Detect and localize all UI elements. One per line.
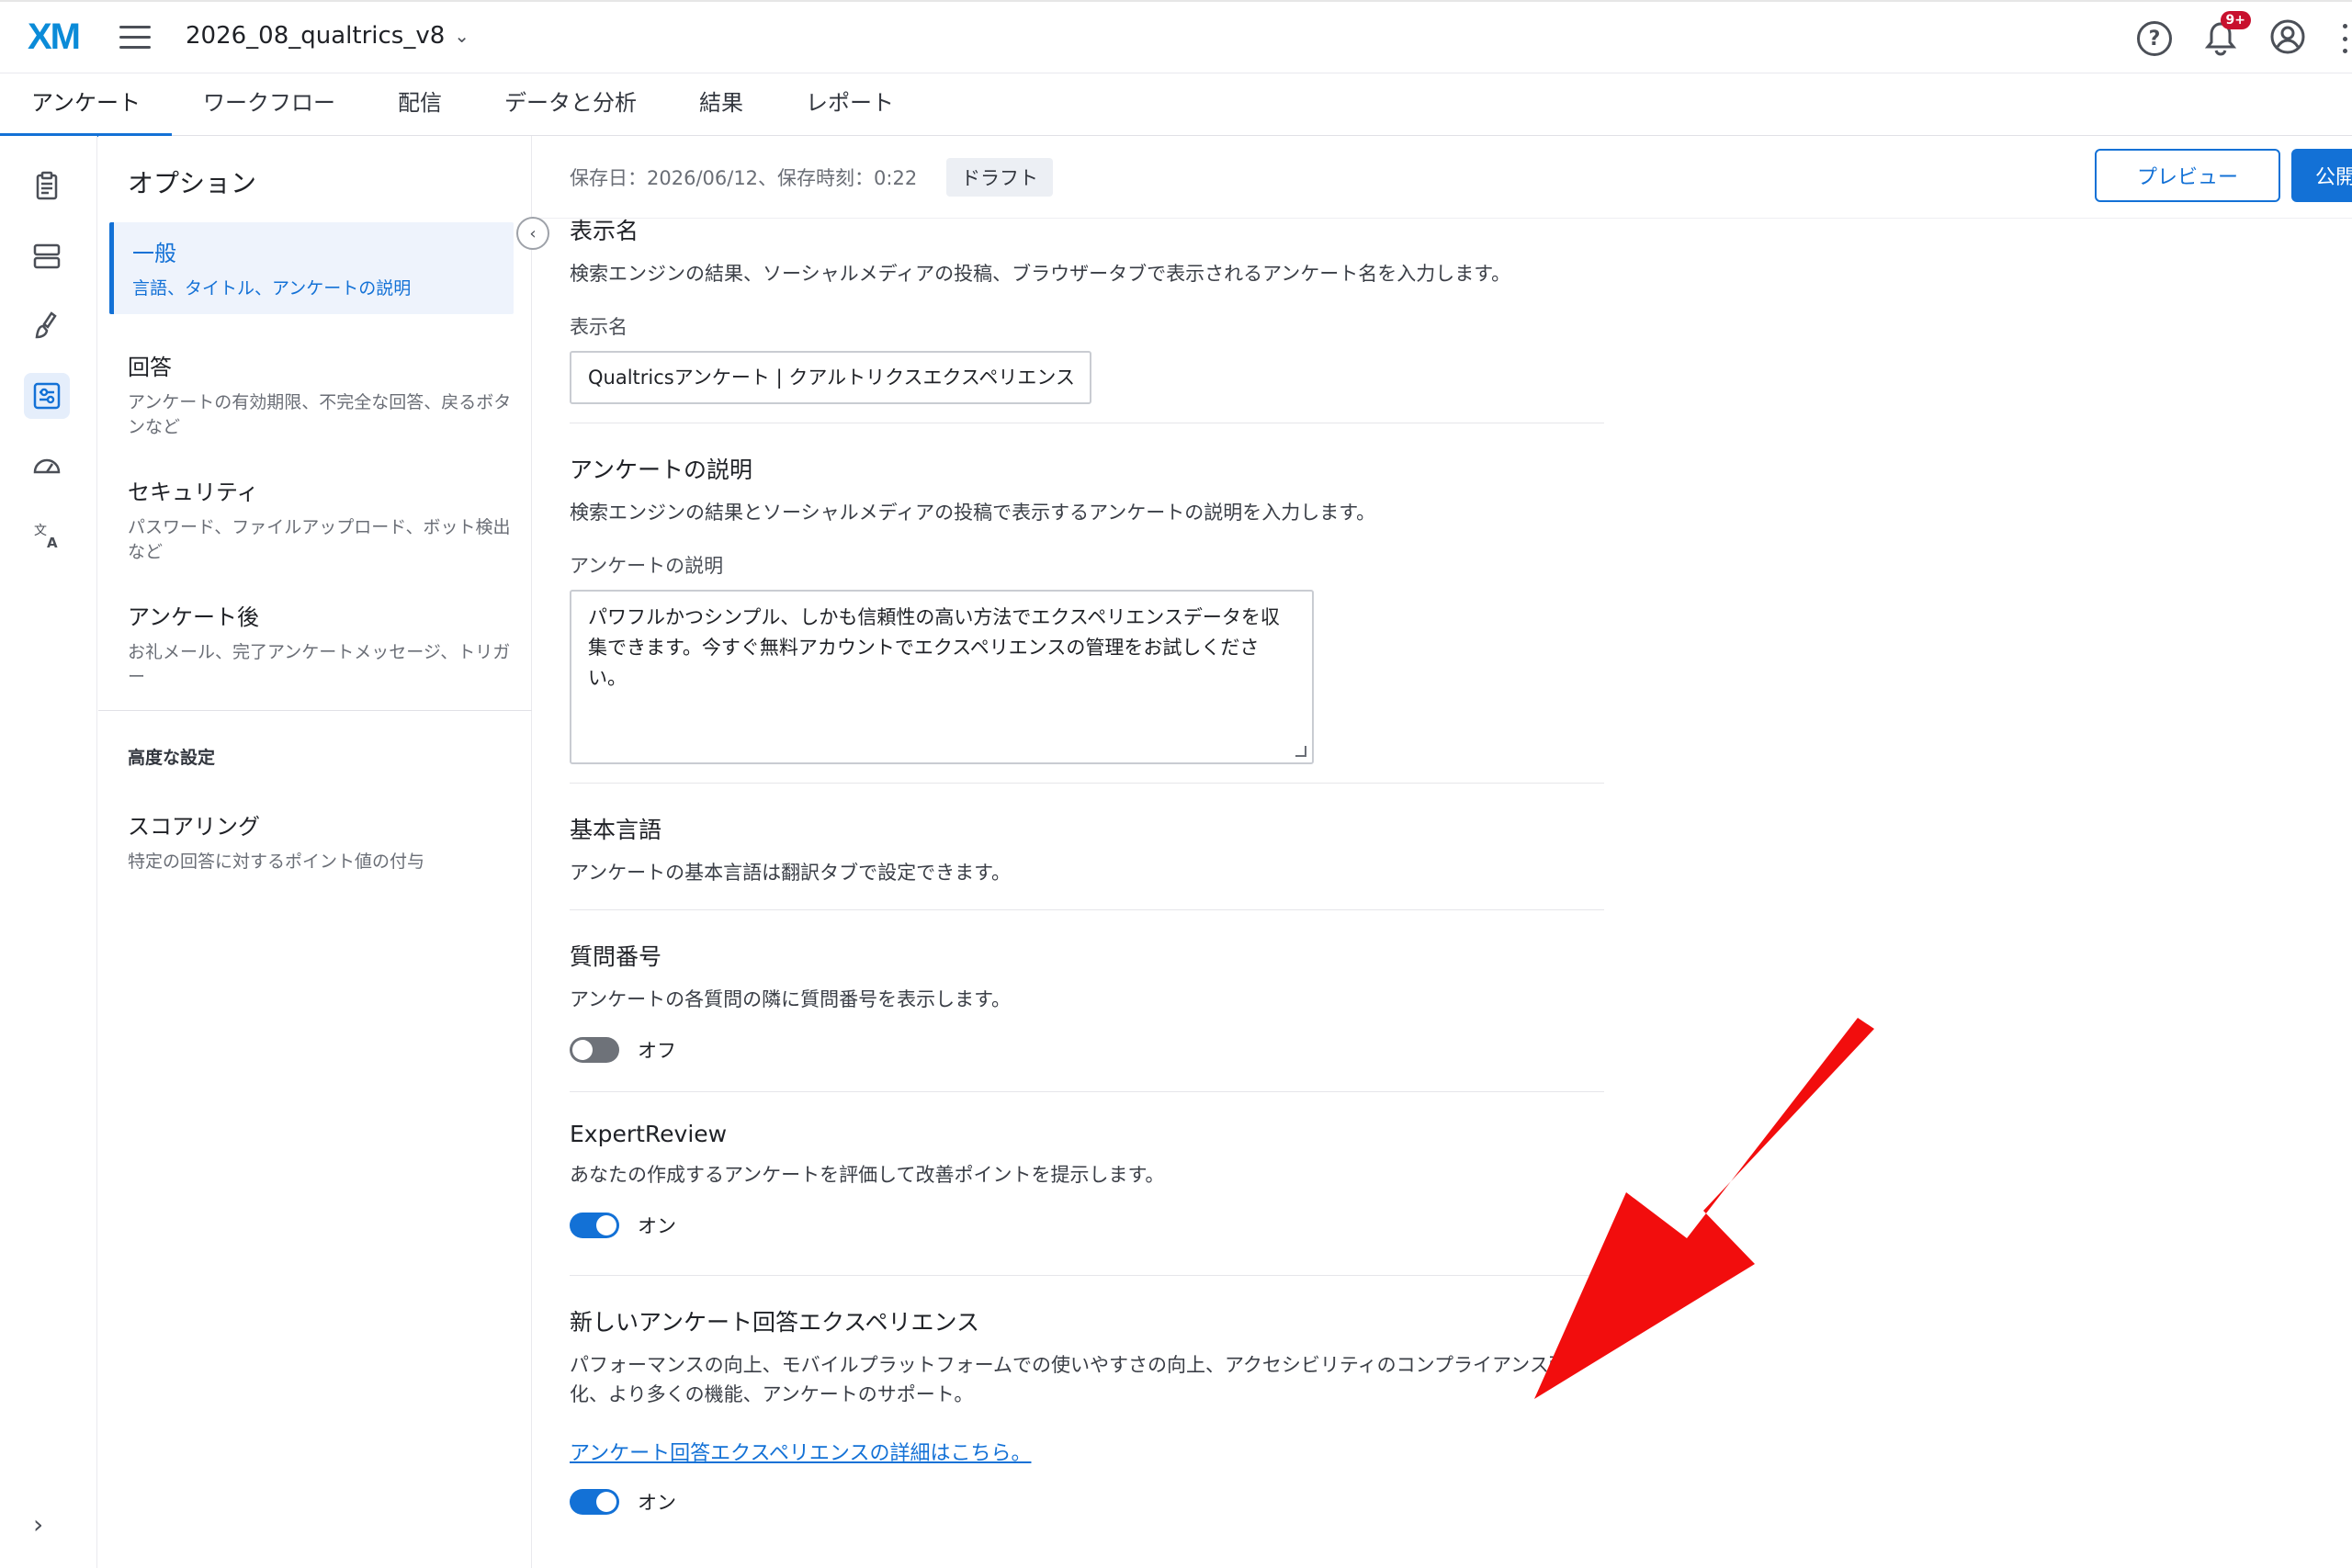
options-item-title: 回答 — [128, 355, 172, 380]
display-name-section: 表示名 検索エンジンの結果、ソーシャルメディアの投稿、ブラウザータブで表示される… — [570, 213, 1604, 404]
notification-bell-icon[interactable]: 9+ — [2203, 11, 2251, 57]
save-timestamp: 保存日：2026/06/12、保存時刻：0:22 — [570, 167, 918, 189]
options-item-general[interactable]: 一般 言語、タイトル、アンケートの説明 — [109, 222, 514, 314]
options-item-title: スコアリング — [128, 814, 260, 840]
options-sidebar: オプション 一般 言語、タイトル、アンケートの説明 回答 アンケートの有効期限、… — [98, 136, 532, 1568]
section-desc: アンケートの各質問の隣に質問番号を表示します。 — [570, 988, 1012, 1010]
question-numbers-section: 質問番号 アンケートの各質問の隣に質問番号を表示します。 オフ — [570, 939, 1604, 1064]
field-label: アンケートの説明 — [570, 555, 724, 577]
save-status-bar: 保存日：2026/06/12、保存時刻：0:22 ドラフト プレビュー 公開 — [533, 136, 2352, 219]
section-title: アンケートの説明 — [570, 457, 753, 483]
display-name-input[interactable]: Qualtricsアンケート | クアルトリクスエクスペリエンス — [570, 351, 1091, 404]
section-divider — [570, 783, 1604, 784]
options-item-desc: お礼メール、完了アンケートメッセージ、トリガー — [128, 642, 511, 687]
chevron-down-icon: ⌄ — [454, 25, 470, 47]
section-desc: アンケートの基本言語は翻訳タブで設定できます。 — [570, 862, 1012, 884]
section-divider — [570, 1275, 1604, 1276]
project-name: 2026_08_qualtrics_v8 — [186, 22, 446, 50]
new-response-experience-section: 新しいアンケート回答エクスペリエンス パフォーマンスの向上、モバイルプラットフォ… — [570, 1304, 1604, 1516]
expert-review-section: ExpertReview あなたの作成するアンケートを評価して改善ポイントを提示… — [570, 1121, 1604, 1239]
section-title: 質問番号 — [570, 943, 662, 970]
options-item-desc: 言語、タイトル、アンケートの説明 — [132, 278, 412, 299]
xm-logo[interactable]: XM — [28, 17, 81, 58]
field-label: 表示名 — [570, 316, 628, 338]
tab-data-analysis[interactable]: データと分析 — [473, 73, 668, 135]
survey-description-section: アンケートの説明 検索エンジンの結果とソーシャルメディアの投稿で表示するアンケー… — [570, 452, 1604, 764]
advanced-settings-label: 高度な設定 — [128, 748, 216, 768]
user-account-icon[interactable] — [2269, 18, 2306, 59]
main-content: 保存日：2026/06/12、保存時刻：0:22 ドラフト プレビュー 公開 表… — [533, 136, 2352, 1568]
preview-button[interactable]: プレビュー — [2095, 149, 2280, 202]
response-experience-details-link[interactable]: アンケート回答エクスペリエンスの詳細はこちら。 — [570, 1437, 1031, 1466]
toggle-state-label: オフ — [638, 1040, 676, 1062]
section-desc: 検索エンジンの結果とソーシャルメディアの投稿で表示するアンケートの説明を入力しま… — [570, 502, 1376, 524]
section-divider — [570, 909, 1604, 910]
toggle-state-label: オン — [638, 1215, 676, 1237]
section-title: 表示名 — [570, 218, 639, 244]
look-and-feel-brush-icon[interactable] — [24, 303, 70, 349]
left-tool-rail: 文A › — [0, 136, 97, 1568]
tab-reports[interactable]: レポート — [775, 73, 925, 135]
options-item-desc: アンケートの有効期限、不完全な回答、戻るボタンなど — [128, 392, 512, 437]
section-divider — [570, 1091, 1604, 1092]
more-options-icon[interactable] — [2337, 20, 2352, 57]
textarea-value: パワフルかつシンプル、しかも信頼性の高い方法でエクスペリエンスデータを収集できま… — [588, 606, 1280, 689]
svg-text:A: A — [47, 535, 58, 551]
toggle-state-label: オン — [638, 1492, 676, 1514]
section-desc: あなたの作成するアンケートを評価して改善ポイントを提示します。 — [570, 1164, 1165, 1186]
tab-distribution[interactable]: 配信 — [367, 73, 473, 135]
options-item-title: セキュリティ — [128, 479, 259, 505]
dashboard-gauge-icon[interactable] — [24, 443, 70, 489]
section-desc: 検索エンジンの結果、ソーシャルメディアの投稿、ブラウザータブで表示されるアンケー… — [570, 263, 1511, 285]
new-response-experience-toggle[interactable] — [570, 1489, 619, 1515]
question-numbers-toggle[interactable] — [570, 1037, 619, 1063]
options-divider — [98, 710, 532, 711]
notification-badge: 9+ — [2220, 11, 2251, 29]
project-selector[interactable]: 2026_08_qualtrics_v8 ⌄ — [186, 22, 469, 50]
section-title: 基本言語 — [570, 817, 662, 843]
options-item-scoring[interactable]: スコアリング 特定の回答に対するポイント値の付与 — [109, 795, 514, 887]
base-language-section: 基本言語 アンケートの基本言語は翻訳タブで設定できます。 — [570, 812, 1604, 887]
section-title: 新しいアンケート回答エクスペリエンス — [570, 1309, 980, 1336]
options-title: オプション — [128, 168, 257, 198]
hamburger-menu-icon[interactable] — [119, 26, 151, 50]
publish-button[interactable]: 公開 — [2291, 149, 2352, 202]
collapse-sidebar-chevron-icon[interactable]: ‹ — [516, 217, 549, 250]
survey-options-icon[interactable] — [24, 373, 70, 419]
options-item-title: アンケート後 — [128, 604, 260, 630]
survey-description-textarea[interactable]: パワフルかつシンプル、しかも信頼性の高い方法でエクスペリエンスデータを収集できま… — [570, 590, 1314, 764]
svg-text:文: 文 — [34, 524, 47, 538]
main-tabs: アンケート ワークフロー 配信 データと分析 結果 レポート — [0, 73, 2352, 137]
options-item-responses[interactable]: 回答 アンケートの有効期限、不完全な回答、戻るボタンなど — [109, 336, 514, 453]
options-item-security[interactable]: セキュリティ パスワード、ファイルアップロード、ボット検出など — [109, 461, 514, 578]
options-item-desc: パスワード、ファイルアップロード、ボット検出など — [128, 517, 511, 562]
expert-review-toggle[interactable] — [570, 1213, 619, 1238]
tab-survey[interactable]: アンケート — [0, 73, 173, 137]
options-item-post-survey[interactable]: アンケート後 お礼メール、完了アンケートメッセージ、トリガー — [109, 586, 514, 703]
top-header: XM 2026_08_qualtrics_v8 ⌄ ? 9+ — [0, 0, 2352, 73]
tab-workflow[interactable]: ワークフロー — [172, 73, 367, 135]
resize-grip-icon[interactable] — [1295, 746, 1306, 757]
survey-builder-icon[interactable] — [24, 164, 70, 209]
survey-flow-icon[interactable] — [24, 233, 70, 279]
help-icon[interactable]: ? — [2137, 21, 2172, 56]
tab-results[interactable]: 結果 — [668, 73, 775, 135]
options-item-title: 一般 — [132, 241, 176, 266]
section-title: ExpertReview — [570, 1121, 728, 1147]
options-item-desc: 特定の回答に対するポイント値の付与 — [128, 852, 425, 872]
draft-badge: ドラフト — [946, 158, 1053, 197]
expand-rail-chevron-icon[interactable]: › — [33, 1509, 43, 1540]
translate-icon[interactable]: 文A — [24, 513, 70, 558]
section-desc: パフォーマンスの向上、モバイルプラットフォームでの使いやすさの向上、アクセシビリ… — [570, 1354, 1568, 1405]
